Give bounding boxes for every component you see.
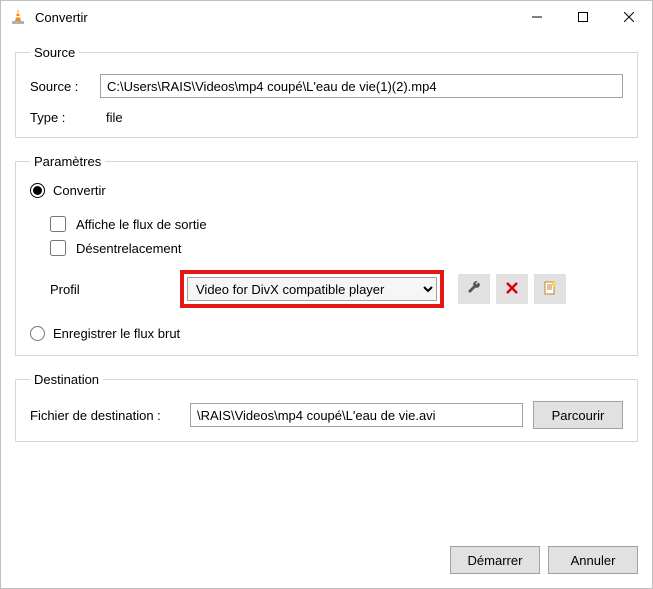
parameters-group: Paramètres Convertir Affiche le flux de …: [15, 154, 638, 356]
convert-radio[interactable]: [30, 183, 45, 198]
destination-group: Destination Fichier de destination : Par…: [15, 372, 638, 442]
window-title: Convertir: [35, 10, 514, 25]
profile-select[interactable]: Video for DivX compatible player: [187, 277, 437, 301]
wrench-icon: [466, 280, 482, 299]
deinterlace-label: Désentrelacement: [76, 241, 182, 256]
convert-radio-row[interactable]: Convertir: [30, 183, 623, 198]
raw-radio-label: Enregistrer le flux brut: [53, 326, 180, 341]
deinterlace-checkbox[interactable]: [50, 240, 66, 256]
show-output-row[interactable]: Affiche le flux de sortie: [50, 216, 623, 232]
start-button[interactable]: Démarrer: [450, 546, 540, 574]
convert-radio-label: Convertir: [53, 183, 106, 198]
dest-label: Fichier de destination :: [30, 408, 190, 423]
close-button[interactable]: [606, 1, 652, 33]
profile-highlight: Video for DivX compatible player: [180, 270, 444, 308]
parameters-legend: Paramètres: [30, 154, 105, 169]
new-document-icon: [542, 280, 558, 299]
type-label: Type :: [30, 110, 100, 125]
destination-legend: Destination: [30, 372, 103, 387]
deinterlace-row[interactable]: Désentrelacement: [50, 240, 623, 256]
show-output-checkbox[interactable]: [50, 216, 66, 232]
source-legend: Source: [30, 45, 79, 60]
dialog-buttons: Démarrer Annuler: [1, 542, 652, 588]
maximize-button[interactable]: [560, 1, 606, 33]
dest-input[interactable]: [190, 403, 523, 427]
show-output-label: Affiche le flux de sortie: [76, 217, 207, 232]
edit-profile-button[interactable]: [458, 274, 490, 304]
content-area: Source Source : Type : file Paramètres C…: [1, 33, 652, 542]
raw-radio-row[interactable]: Enregistrer le flux brut: [30, 326, 623, 341]
window-controls: [514, 1, 652, 33]
vlc-icon: [9, 8, 27, 26]
convert-window: Convertir Source Source : Type : file: [0, 0, 653, 589]
delete-profile-button[interactable]: [496, 274, 528, 304]
profile-row: Profil Video for DivX compatible player: [50, 270, 623, 308]
source-label: Source :: [30, 79, 100, 94]
browse-button[interactable]: Parcourir: [533, 401, 623, 429]
minimize-button[interactable]: [514, 1, 560, 33]
cancel-button[interactable]: Annuler: [548, 546, 638, 574]
delete-x-icon: [504, 280, 520, 299]
source-group: Source Source : Type : file: [15, 45, 638, 138]
source-input[interactable]: [100, 74, 623, 98]
titlebar: Convertir: [1, 1, 652, 33]
raw-radio[interactable]: [30, 326, 45, 341]
new-profile-button[interactable]: [534, 274, 566, 304]
profile-label: Profil: [50, 282, 180, 297]
type-value: file: [100, 110, 123, 125]
